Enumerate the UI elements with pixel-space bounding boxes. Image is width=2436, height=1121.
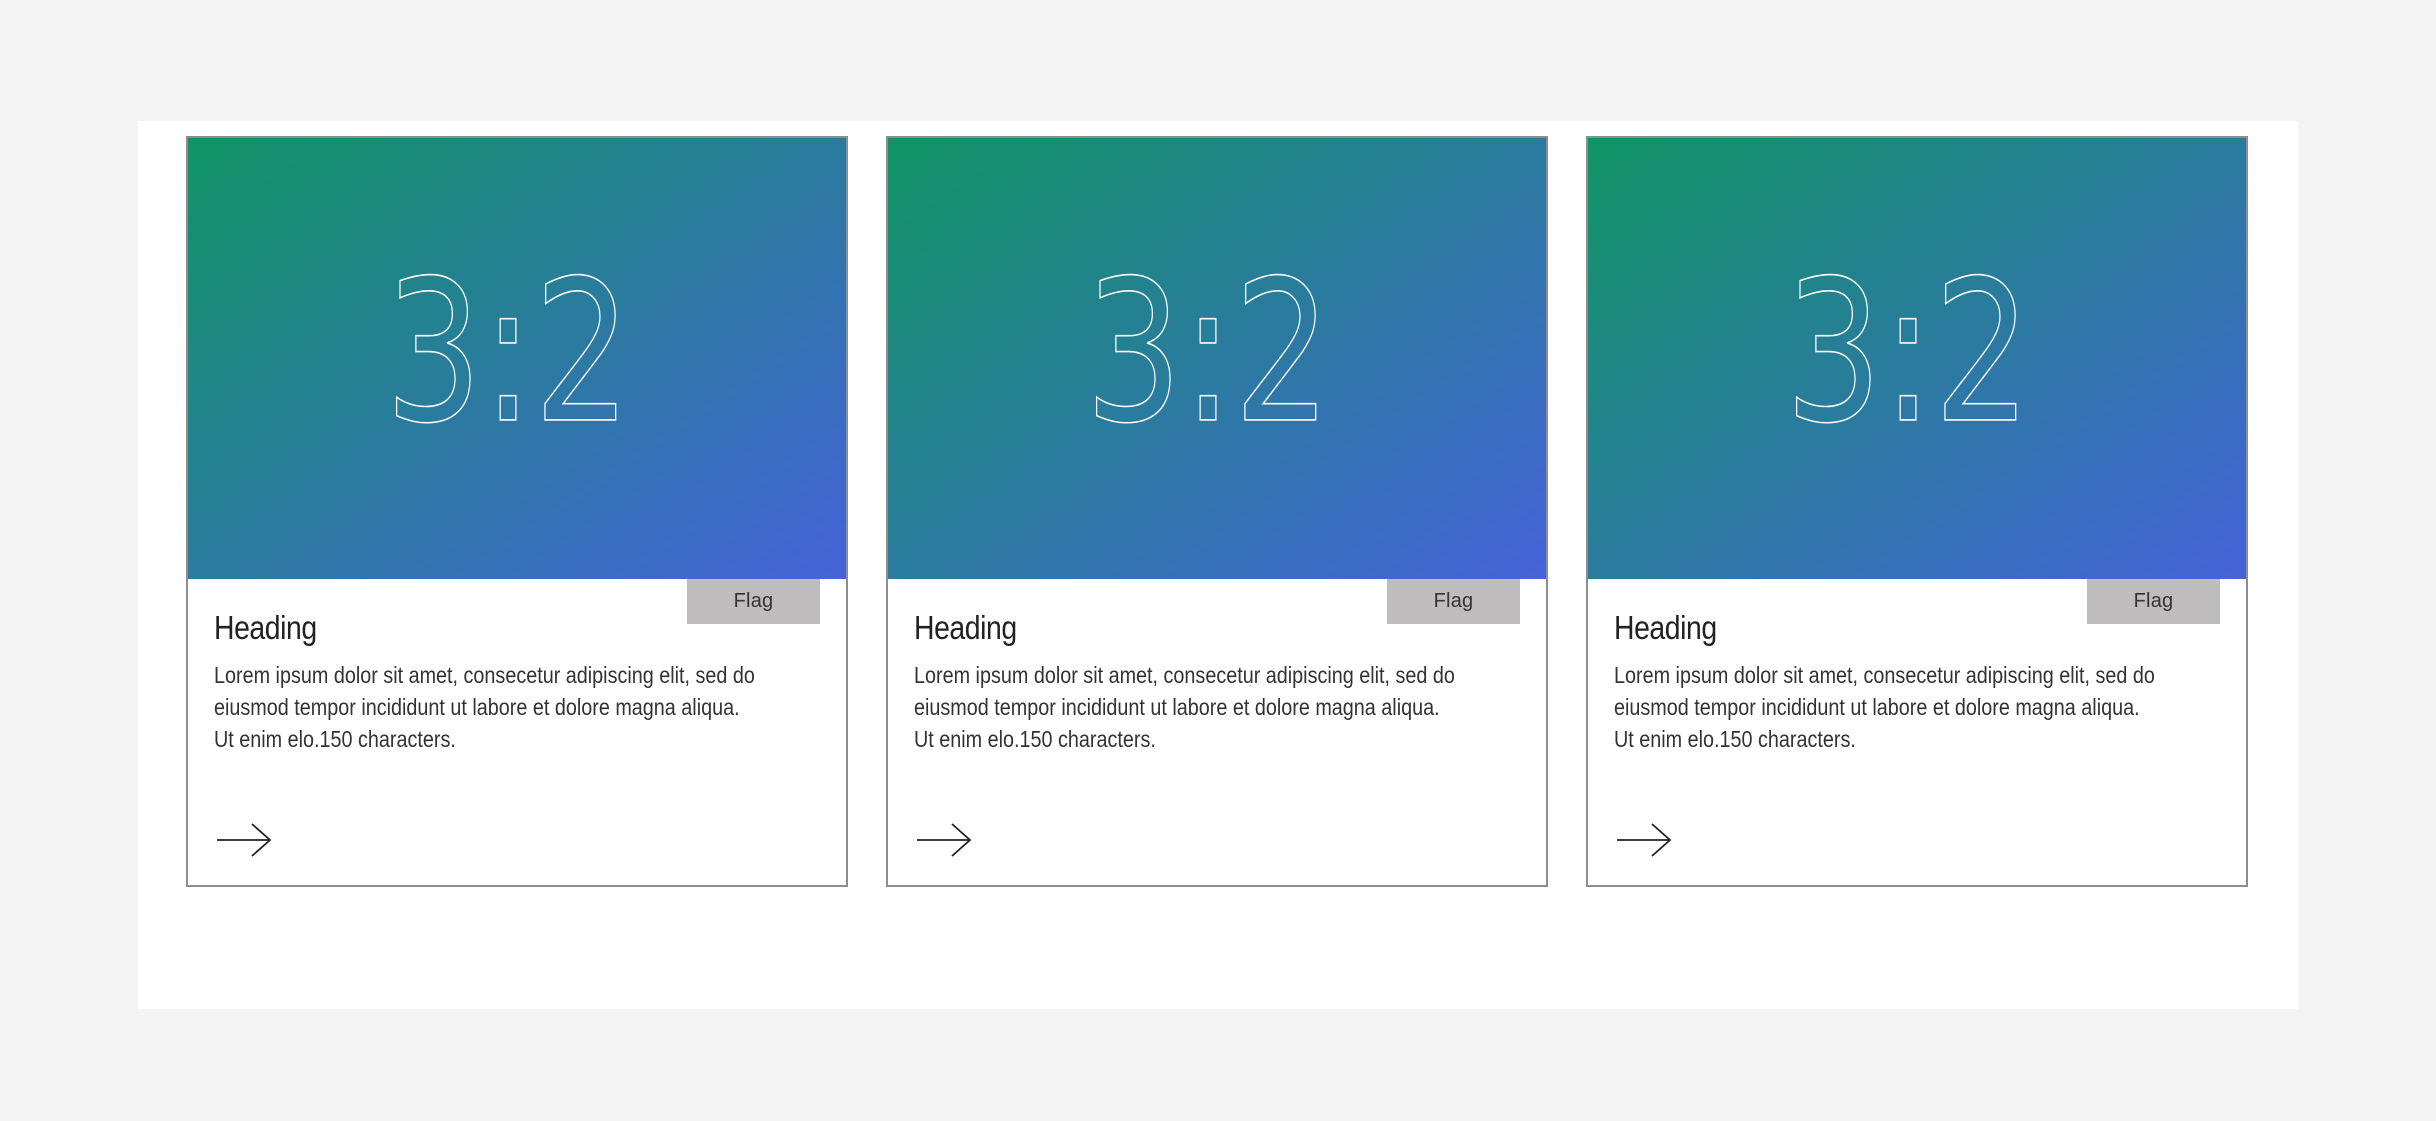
card-heading: Heading bbox=[1614, 609, 1717, 646]
card[interactable]: 3:2 Flag Heading Lorem ipsum dolor sit a… bbox=[186, 136, 848, 887]
ratio-placeholder-graphic: 3:2 bbox=[1588, 138, 2246, 579]
card[interactable]: 3:2 Flag Heading Lorem ipsum dolor sit a… bbox=[886, 136, 1548, 887]
card-grid-panel: 3:2 Flag Heading Lorem ipsum dolor sit a… bbox=[138, 121, 2298, 1009]
card-image-placeholder: 3:2 bbox=[888, 138, 1546, 579]
flag-badge: Flag bbox=[2087, 579, 2220, 624]
arrow-right-icon[interactable] bbox=[916, 822, 972, 858]
flag-badge: Flag bbox=[687, 579, 820, 624]
card-body-text: Lorem ipsum dolor sit amet, consecetur a… bbox=[1614, 662, 2155, 752]
ratio-label: 3:2 bbox=[1085, 239, 1331, 466]
card-image-placeholder: 3:2 bbox=[1588, 138, 2246, 579]
card-body-text: Lorem ipsum dolor sit amet, consecetur a… bbox=[214, 662, 755, 752]
card[interactable]: 3:2 Flag Heading Lorem ipsum dolor sit a… bbox=[1586, 136, 2248, 887]
card-heading: Heading bbox=[214, 609, 317, 646]
ratio-label: 3:2 bbox=[1785, 239, 2031, 466]
card-heading: Heading bbox=[914, 609, 1017, 646]
flag-badge: Flag bbox=[1387, 579, 1520, 624]
ratio-placeholder-graphic: 3:2 bbox=[188, 138, 846, 579]
ratio-label: 3:2 bbox=[385, 239, 631, 466]
card-body-text: Lorem ipsum dolor sit amet, consecetur a… bbox=[914, 662, 1455, 752]
arrow-right-icon[interactable] bbox=[216, 822, 272, 858]
ratio-placeholder-graphic: 3:2 bbox=[888, 138, 1546, 579]
arrow-right-icon[interactable] bbox=[1616, 822, 1672, 858]
card-image-placeholder: 3:2 bbox=[188, 138, 846, 579]
